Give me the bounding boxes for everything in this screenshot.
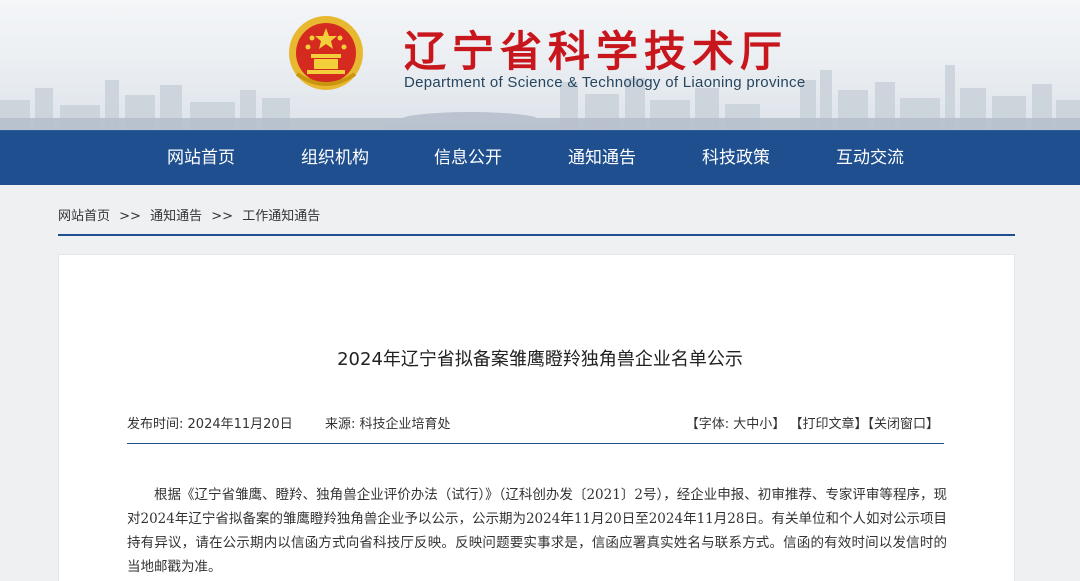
nav-item-interaction[interactable]: 互动交流 [836,131,904,186]
close-window-button[interactable]: 【关闭窗口】 [867,417,939,432]
font-size-large-button[interactable]: 大 [733,417,746,432]
nav-item-organization[interactable]: 组织机构 [301,131,369,186]
site-title: 辽宁省科学技术厅 [404,27,789,76]
published-label: 发布时间: [127,417,184,432]
breadcrumb-notices[interactable]: 通知通告 [150,209,202,224]
breadcrumb-separator: >> [119,209,141,224]
breadcrumb-divider [58,234,1015,236]
font-size-close-bracket: 】 [772,417,786,432]
breadcrumb-home[interactable]: 网站首页 [58,209,110,224]
nav-item-info-disclosure[interactable]: 信息公开 [434,131,502,186]
article-title: 2024年辽宁省拟备案雏鹰瞪羚独角兽企业名单公示 [337,349,743,370]
source-value: 科技企业培育处 [359,417,451,432]
article-meta: 发布时间: 2024年11月20日 来源: 科技企业培育处 [127,413,451,432]
print-article-button[interactable]: 【打印文章】 [789,417,867,432]
font-size-medium-button[interactable]: 中 [746,417,759,432]
national-emblem-icon [289,16,363,90]
nav-item-notices[interactable]: 通知通告 [568,131,636,186]
nav-item-home[interactable]: 网站首页 [167,131,235,186]
article-body: 根据《辽宁省雏鹰、瞪羚、独角兽企业评价办法（试行）》（辽科创办发〔2021〕2号… [127,487,947,575]
article-tools: 【字体: 大中小】 【打印文章】【关闭窗口】 [686,413,939,432]
font-size-label: 【字体: [685,417,730,432]
source-label: 来源: [324,417,356,432]
breadcrumb-separator: >> [211,209,234,224]
breadcrumb: 网站首页 >> 通知通告 >> 工作通知通告 [58,205,320,224]
nav-item-policies[interactable]: 科技政策 [702,131,770,186]
site-subtitle: Department of Science & Technology of Li… [404,74,806,91]
font-size-small-button[interactable]: 小 [759,417,772,432]
header-banner: 辽宁省科学技术厅 Department of Science & Technol… [0,0,1080,130]
breadcrumb-work-notices[interactable]: 工作通知通告 [242,209,320,224]
published-date: 2024年11月20日 [187,417,293,432]
main-nav: 网站首页 组织机构 信息公开 通知通告 科技政策 互动交流 [0,130,1080,185]
meta-divider [127,443,944,444]
